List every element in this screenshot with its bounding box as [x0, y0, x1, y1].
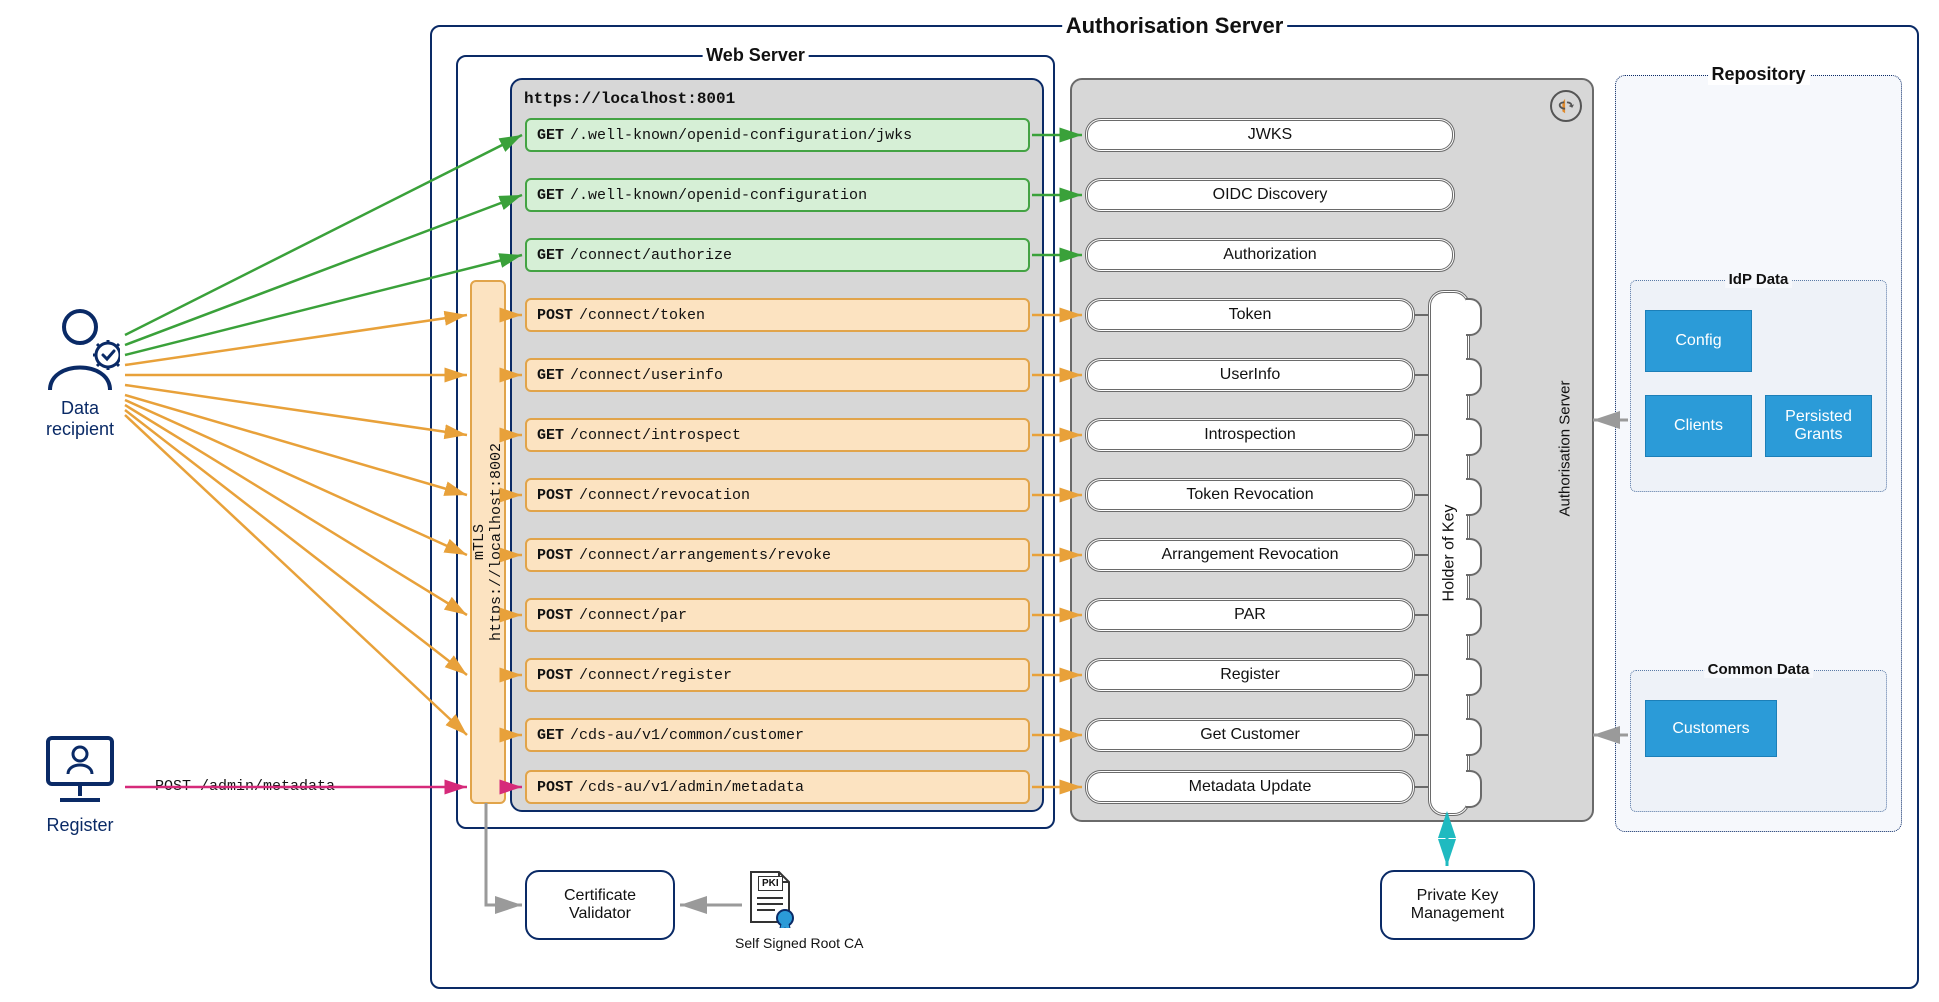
data-recipient-icon [40, 305, 120, 395]
hok-tab [1466, 770, 1482, 808]
private-key-mgmt-box: Private Key Management [1380, 870, 1535, 940]
hok-tab [1466, 478, 1482, 516]
node-register: Register [1085, 658, 1415, 692]
openid-icon [1550, 90, 1582, 122]
node-metadata-update: Metadata Update [1085, 770, 1415, 804]
web-server-url: https://localhost:8001 [524, 90, 735, 108]
idp-grants-block: Persisted Grants [1765, 395, 1872, 457]
certificate-validator-box: Certificate Validator [525, 870, 675, 940]
endpoint-userinfo: GET/connect/userinfo [525, 358, 1030, 392]
hok-tab [1466, 298, 1482, 336]
mtls-box: mTLS https://localhost:8002 [470, 280, 506, 804]
hok-tab [1466, 538, 1482, 576]
common-data-title: Common Data [1704, 661, 1814, 678]
repository-title: Repository [1707, 64, 1809, 85]
mtls-label: mTLS https://localhost:8002 [471, 443, 505, 641]
node-oidc-discovery: OIDC Discovery [1085, 178, 1455, 212]
endpoint-par: POST/connect/par [525, 598, 1030, 632]
self-signed-label: Self Signed Root CA [735, 935, 815, 951]
endpoint-revocation: POST/connect/revocation [525, 478, 1030, 512]
hok-tab [1466, 598, 1482, 636]
idp-data-title: IdP Data [1725, 271, 1793, 288]
node-arrangement-revocation: Arrangement Revocation [1085, 538, 1415, 572]
idp-config-block: Config [1645, 310, 1752, 372]
hok-tab [1466, 358, 1482, 396]
holder-of-key-box: Holder of Key [1428, 290, 1470, 816]
node-get-customer: Get Customer [1085, 718, 1415, 752]
endpoint-jwks: GET /.well-known/openid-configuration/jw… [525, 118, 1030, 152]
endpoint-oidc-discovery: GET /.well-known/openid-configuration [525, 178, 1030, 212]
node-jwks: JWKS [1085, 118, 1455, 152]
endpoint-register: POST/connect/register [525, 658, 1030, 692]
node-par: PAR [1085, 598, 1415, 632]
node-userinfo: UserInfo [1085, 358, 1415, 392]
endpoint-arrangements-revoke: POST/connect/arrangements/revoke [525, 538, 1030, 572]
authorisation-server-title: Authorisation Server [1062, 13, 1288, 39]
data-recipient-label: Data recipient [30, 398, 130, 440]
endpoint-get-customer: GET/cds-au/v1/common/customer [525, 718, 1030, 752]
hok-tab [1466, 418, 1482, 456]
node-token-revocation: Token Revocation [1085, 478, 1415, 512]
hok-tab [1466, 658, 1482, 696]
hok-tab [1466, 718, 1482, 756]
node-authorization: Authorization [1085, 238, 1455, 272]
register-icon [40, 730, 120, 810]
endpoint-metadata-update: POST/cds-au/v1/admin/metadata [525, 770, 1030, 804]
endpoint-authorize: GET /connect/authorize [525, 238, 1030, 272]
endpoint-token: POST/connect/token [525, 298, 1030, 332]
idp-clients-block: Clients [1645, 395, 1752, 457]
register-call-label: POST /admin/metadata [155, 778, 335, 795]
inner-auth-server-label: Authorisation Server [1556, 381, 1573, 517]
endpoint-introspect: GET/connect/introspect [525, 418, 1030, 452]
holder-of-key-label: Holder of Key [1440, 505, 1458, 602]
pki-badge: PKI [758, 876, 783, 891]
register-label: Register [40, 815, 120, 836]
node-token: Token [1085, 298, 1415, 332]
customers-block: Customers [1645, 700, 1777, 757]
web-server-title: Web Server [702, 45, 809, 66]
node-introspection: Introspection [1085, 418, 1415, 452]
